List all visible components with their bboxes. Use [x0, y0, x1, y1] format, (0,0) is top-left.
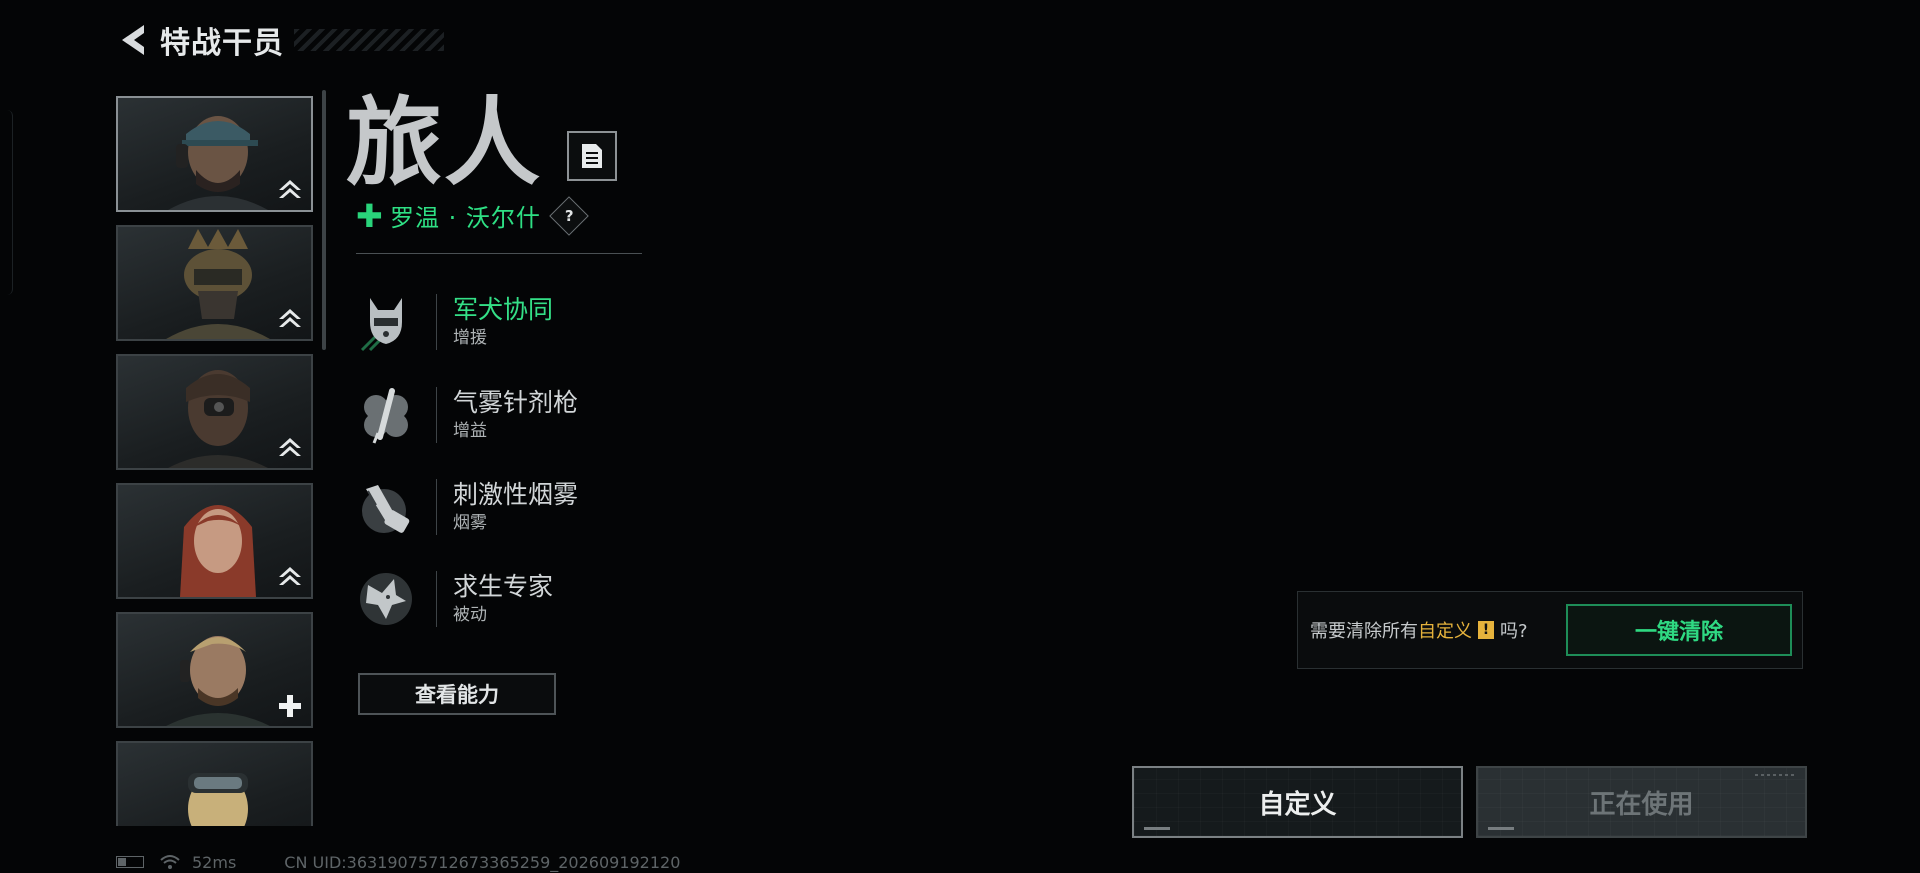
ability-name: 军犬协同 [453, 295, 554, 324]
divider [356, 253, 642, 254]
document-icon [582, 144, 602, 168]
ability-text: 气雾针剂枪 增益 [453, 387, 578, 443]
view-abilities-button[interactable]: 查看能力 [358, 673, 556, 715]
ability-name: 气雾针剂枪 [453, 388, 579, 417]
operator-card[interactable] [116, 612, 313, 728]
ability-type: 被动 [453, 605, 487, 625]
help-button[interactable]: ? [549, 195, 589, 236]
medic-plus-icon: ✚ [356, 196, 383, 235]
question-icon: ? [564, 206, 574, 225]
operator-list-scrollbar[interactable] [322, 90, 326, 350]
operator-card[interactable] [116, 483, 313, 599]
ability-type: 增益 [453, 421, 487, 441]
ability-separator [436, 294, 437, 350]
operator-card[interactable] [116, 96, 313, 212]
operator-portrait [166, 229, 270, 339]
ability-item[interactable]: 刺激性烟雾 烟雾 [352, 471, 652, 543]
operator-portrait [188, 773, 248, 826]
operator-subtitle-row: ✚ 罗温 · 沃尔什 ? [356, 195, 589, 236]
clear-prompt-prefix: 需要清除所有 [1310, 621, 1418, 642]
ability-type: 增援 [453, 328, 487, 348]
clear-prompt-highlight: 自定义 [1418, 621, 1472, 642]
dog-icon [352, 288, 420, 356]
ability-separator [436, 479, 437, 535]
clear-all-button[interactable]: 一键清除 [1566, 604, 1792, 656]
in-use-button[interactable]: 正在使用 [1476, 766, 1807, 838]
battery-icon [116, 856, 144, 868]
operator-list[interactable] [116, 96, 316, 826]
ability-separator [436, 387, 437, 443]
ability-type: 烟雾 [453, 513, 487, 533]
in-use-button-label: 正在使用 [1589, 789, 1694, 820]
operator-portrait [168, 116, 268, 210]
bio-button[interactable] [567, 131, 617, 181]
ability-separator [436, 571, 437, 627]
warning-icon: ! [1478, 621, 1494, 639]
ability-item[interactable]: 军犬协同 增援 [352, 286, 652, 358]
title-decoration [294, 29, 444, 51]
side-handle[interactable] [0, 110, 13, 295]
ability-name: 刺激性烟雾 [453, 480, 579, 509]
customize-button[interactable]: 自定义 [1132, 766, 1463, 838]
plus-icon [279, 695, 301, 717]
operator-screen: 特战干员 旅人 ✚ 罗温 · 沃尔什 ? 军犬协同 增援 气雾针剂枪 增益 刺激… [0, 0, 1920, 873]
status-bar: 52ms CN UID:36319075712673365259_2026091… [116, 852, 680, 872]
back-arrow-icon [122, 25, 144, 55]
customize-button-label: 自定义 [1258, 789, 1337, 820]
ability-item[interactable]: 气雾针剂枪 增益 [352, 379, 652, 451]
operator-card[interactable] [116, 225, 313, 341]
rank-up-icon [279, 567, 301, 585]
smoke-grenade-icon [352, 473, 420, 541]
operator-card[interactable] [116, 741, 313, 826]
operator-portrait [168, 370, 268, 468]
clear-customization-panel: 需要清除所有 自定义 ! 吗? 一键清除 [1297, 591, 1803, 669]
wolf-emblem-icon [352, 565, 420, 633]
rank-up-icon [279, 309, 301, 327]
ability-text: 求生专家 被动 [453, 571, 553, 627]
header: 特战干员 [116, 18, 444, 62]
user-uid: CN UID:36319075712673365259_202609192120 [284, 852, 681, 872]
ping-readout: 52ms [192, 852, 237, 872]
operator-portrait [180, 505, 256, 597]
ability-text: 军犬协同 增援 [453, 294, 553, 350]
clear-prompt-suffix: 吗? [1500, 621, 1528, 642]
rank-up-icon [279, 438, 301, 456]
ability-text: 刺激性烟雾 烟雾 [453, 479, 578, 535]
operator-name: 旅人 [346, 87, 542, 199]
back-button[interactable] [116, 18, 152, 62]
wifi-icon [160, 855, 180, 869]
ability-name: 求生专家 [453, 572, 554, 601]
rank-up-icon [279, 180, 301, 198]
operator-portrait [166, 636, 270, 726]
operator-card[interactable] [116, 354, 313, 470]
syringe-gun-icon [352, 381, 420, 449]
ability-item[interactable]: 求生专家 被动 [352, 563, 652, 635]
page-title: 特战干员 [160, 26, 284, 61]
clear-prompt: 需要清除所有 自定义 ! 吗? [1310, 617, 1528, 643]
button-decoration [1144, 827, 1170, 830]
operator-real-name: 罗温 · 沃尔什 [390, 204, 541, 232]
button-decoration [1755, 774, 1795, 776]
button-decoration [1488, 827, 1514, 830]
